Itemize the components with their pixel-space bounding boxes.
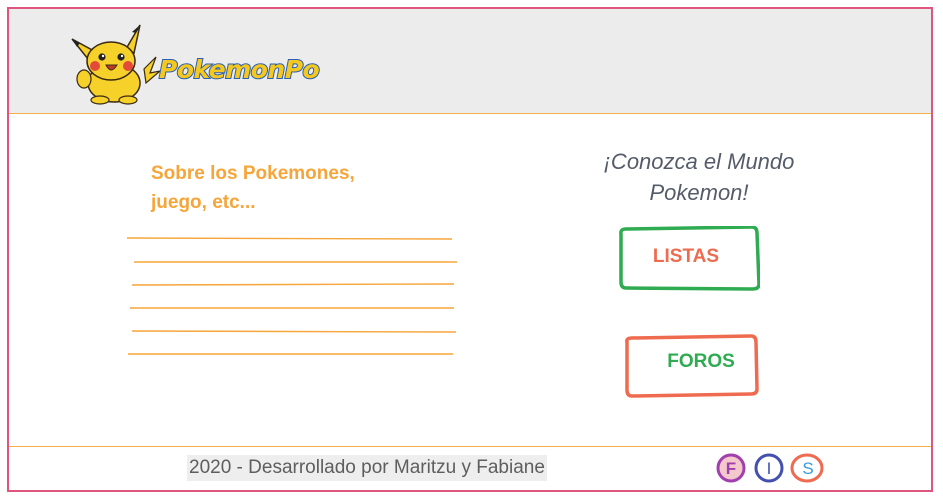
about-heading: Sobre los Pokemones, juego, etc... bbox=[151, 163, 355, 213]
site-logo[interactable]: PokemonPo bbox=[64, 21, 321, 105]
instagram-label: I bbox=[766, 459, 772, 478]
welcome-message: ¡Conozca el Mundo Pokemon! bbox=[569, 146, 829, 208]
footer-credit: 2020 - Desarrollado por Maritzu y Fabian… bbox=[187, 455, 547, 481]
footer: 2020 - Desarrollado por Maritzu y Fabian… bbox=[9, 446, 931, 490]
foros-button[interactable]: FOROS bbox=[623, 334, 759, 398]
placeholder-lines bbox=[126, 237, 457, 355]
listas-button[interactable]: LISTAS bbox=[616, 226, 760, 291]
instagram-link[interactable]: I bbox=[754, 453, 784, 483]
facebook-link[interactable]: F bbox=[716, 453, 746, 483]
welcome-line-2: Pokemon! bbox=[649, 180, 749, 205]
listas-button-label: LISTAS bbox=[652, 246, 720, 267]
logo-text: PokemonPo bbox=[158, 54, 321, 85]
facebook-label: F bbox=[725, 459, 737, 478]
skype-label: S bbox=[802, 459, 814, 478]
pikachu-icon bbox=[71, 24, 163, 105]
header: PokemonPo bbox=[9, 9, 931, 114]
page-frame: PokemonPo Sobre los Pokemones, juego, et… bbox=[7, 7, 933, 492]
welcome-line-1: ¡Conozca el Mundo bbox=[603, 149, 795, 174]
foros-button-label: FOROS bbox=[667, 351, 735, 372]
skype-link[interactable]: S bbox=[790, 453, 826, 483]
